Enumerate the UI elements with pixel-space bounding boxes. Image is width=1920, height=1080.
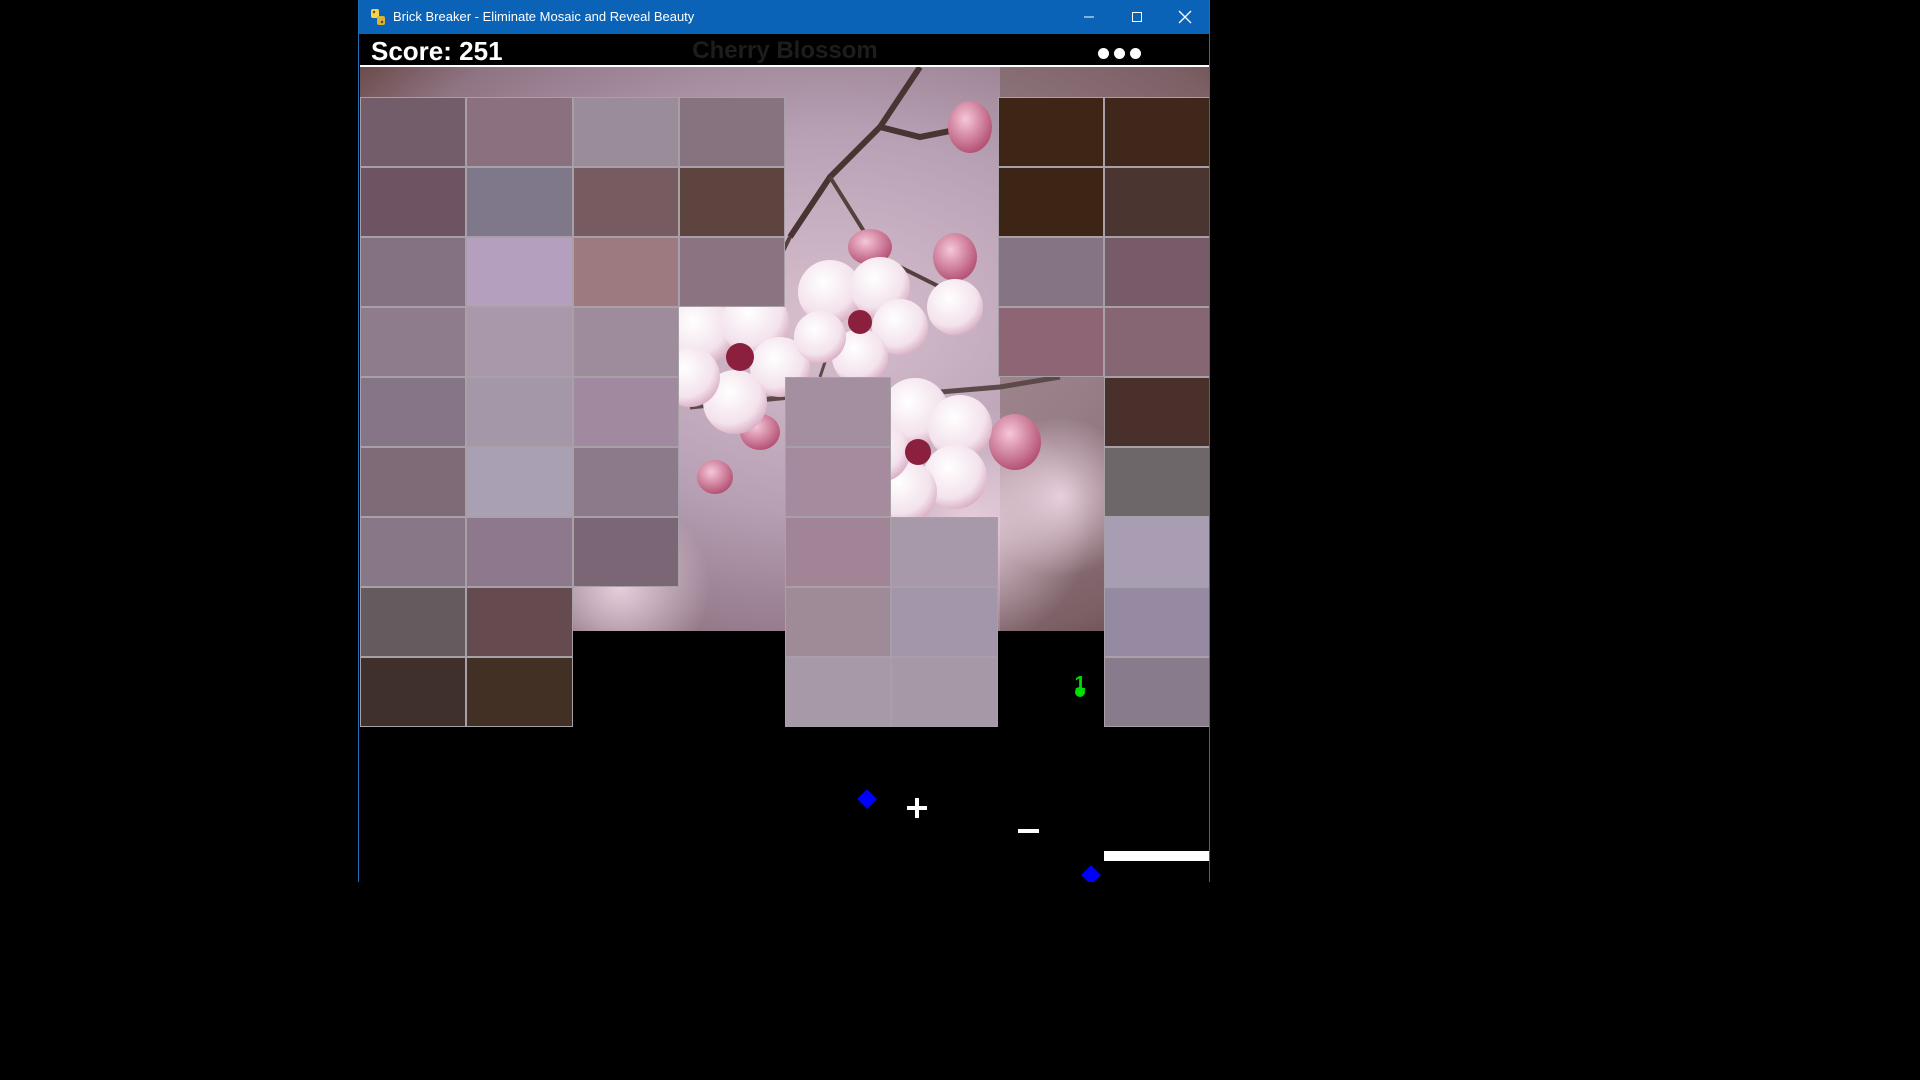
- mosaic-brick: [360, 97, 467, 167]
- mosaic-brick: [572, 97, 679, 167]
- mosaic-brick: [678, 97, 785, 167]
- mosaic-brick: [1103, 657, 1209, 727]
- life-dot: [1098, 48, 1109, 59]
- mosaic-brick: [360, 377, 467, 447]
- mosaic-brick: [466, 167, 573, 237]
- expand-paddle-powerup: [907, 798, 927, 818]
- mosaic-brick: [572, 167, 679, 237]
- mosaic-brick: [997, 167, 1104, 237]
- mosaic-brick: [360, 657, 467, 727]
- life-dot: [1114, 48, 1125, 59]
- title-bar[interactable]: Brick Breaker - Eliminate Mosaic and Rev…: [359, 0, 1209, 34]
- mosaic-brick: [572, 307, 679, 377]
- mosaic-brick: [466, 587, 573, 657]
- close-icon: [1178, 10, 1192, 24]
- mosaic-brick: [466, 657, 573, 727]
- maximize-icon: [1132, 12, 1142, 22]
- mosaic-brick: [785, 447, 892, 517]
- mosaic-brick: [891, 657, 998, 727]
- mosaic-brick: [572, 447, 679, 517]
- plus-icon: [907, 806, 927, 810]
- mosaic-brick: [466, 97, 573, 167]
- extra-life-dot: [1075, 687, 1085, 697]
- mosaic-brick: [466, 517, 573, 587]
- maximize-button[interactable]: [1113, 0, 1161, 34]
- shrink-paddle-minus-icon: [1018, 829, 1039, 833]
- paddle[interactable]: [1104, 851, 1210, 861]
- hud: Score: 251 Cherry Blossom: [360, 34, 1209, 67]
- mosaic-brick: [1103, 97, 1209, 167]
- mosaic-brick: [466, 237, 573, 307]
- mosaic-brick: [360, 517, 467, 587]
- mosaic-brick: [1103, 237, 1209, 307]
- mosaic-brick: [678, 237, 785, 307]
- mosaic-brick: [997, 307, 1104, 377]
- window-title: Brick Breaker - Eliminate Mosaic and Rev…: [393, 9, 695, 24]
- mosaic-brick: [785, 587, 892, 657]
- mosaic-brick: [360, 447, 467, 517]
- mosaic-brick: [785, 377, 892, 447]
- mosaic-brick: [572, 517, 679, 587]
- mosaic-brick: [360, 237, 467, 307]
- mosaic-brick: [1103, 307, 1209, 377]
- mosaic-brick: [466, 447, 573, 517]
- mosaic-brick: [785, 517, 892, 587]
- mosaic-brick: [360, 167, 467, 237]
- mosaic-brick: [997, 97, 1104, 167]
- mosaic-brick: [1103, 447, 1209, 517]
- mosaic-brick: [678, 167, 785, 237]
- mosaic-brick: [466, 377, 573, 447]
- mosaic-brick: [572, 237, 679, 307]
- extra-life-powerup[interactable]: 1: [1074, 673, 1086, 697]
- mosaic-brick: [997, 237, 1104, 307]
- mosaic-brick: [1103, 587, 1209, 657]
- mosaic-brick: [572, 377, 679, 447]
- game-window: Brick Breaker - Eliminate Mosaic and Rev…: [358, 0, 1210, 882]
- level-name: Cherry Blossom: [692, 37, 878, 64]
- minimize-icon: [1084, 16, 1094, 18]
- game-canvas[interactable]: Score: 251 Cherry Blossom 1: [360, 34, 1210, 882]
- mosaic-brick: [891, 587, 998, 657]
- close-button[interactable]: [1161, 0, 1209, 34]
- mosaic-brick: [360, 307, 467, 377]
- mosaic-brick: [785, 657, 892, 727]
- mosaic-brick: [1103, 377, 1209, 447]
- python-app-icon: [371, 9, 385, 25]
- mosaic-brick: [1103, 517, 1209, 587]
- ball: [1081, 865, 1101, 882]
- mosaic-brick: [1103, 167, 1209, 237]
- minimize-button[interactable]: [1065, 0, 1113, 34]
- life-dot: [1130, 48, 1141, 59]
- plus-icon-vertical: [915, 798, 919, 818]
- mosaic-brick: [360, 587, 467, 657]
- mosaic-brick: [466, 307, 573, 377]
- mosaic-brick: [891, 517, 998, 587]
